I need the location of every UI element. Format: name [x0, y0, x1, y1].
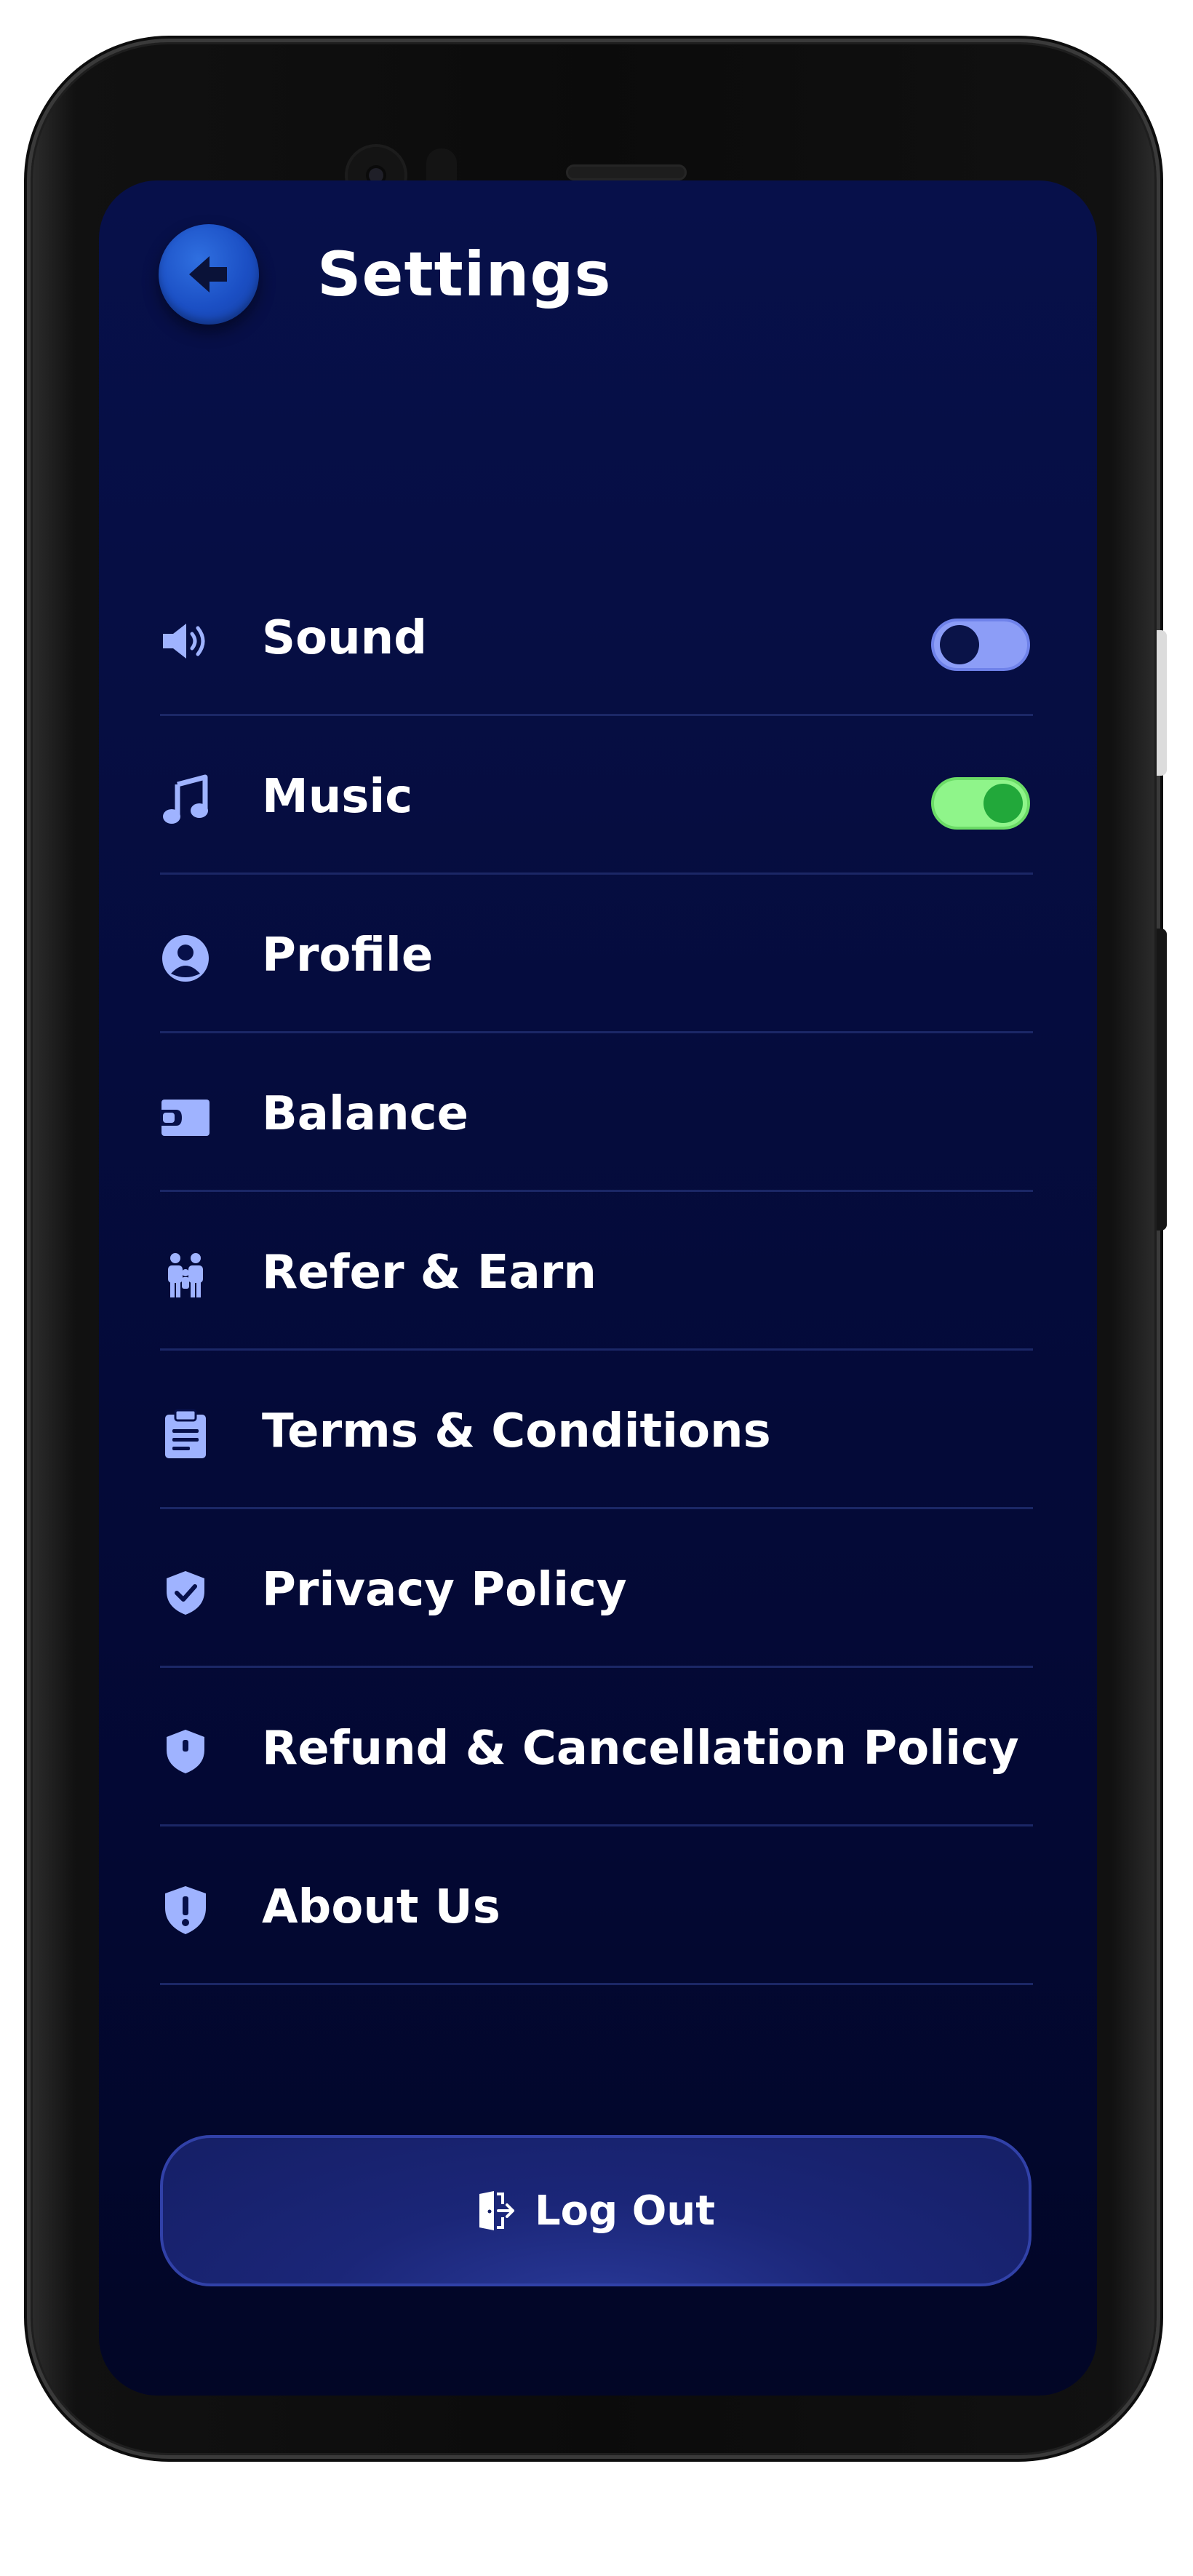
settings-label: Music — [262, 770, 413, 824]
settings-row-privacy[interactable]: Privacy Policy — [160, 1509, 1033, 1668]
settings-label: Balance — [262, 1087, 468, 1141]
settings-row-refund[interactable]: Refund & Cancellation Policy — [160, 1668, 1033, 1826]
app-screen: Settings Sound Music Profile Balance Ref… — [99, 180, 1097, 2396]
settings-row-sound[interactable]: Sound — [160, 557, 1033, 716]
settings-row-about[interactable]: About Us — [160, 1826, 1033, 1985]
settings-label: Profile — [262, 929, 434, 982]
power-button — [1157, 929, 1167, 1231]
settings-label: Refer & Earn — [262, 1246, 596, 1300]
shield-exclamation-icon — [160, 1885, 211, 1936]
settings-label: About Us — [262, 1880, 500, 1934]
user-circle-icon — [160, 933, 211, 984]
shield-icon — [160, 1726, 211, 1777]
settings-label: Refund & Cancellation Policy — [262, 1722, 1019, 1776]
settings-label: Terms & Conditions — [262, 1404, 771, 1458]
music-toggle[interactable] — [931, 777, 1030, 830]
settings-list: Sound Music Profile Balance Refer & Earn… — [160, 557, 1033, 1985]
shield-check-icon — [160, 1567, 211, 1618]
music-note-icon — [160, 774, 211, 825]
header: Settings — [99, 180, 1097, 370]
back-button[interactable] — [159, 224, 259, 325]
door-exit-icon — [479, 2191, 514, 2230]
earpiece-speaker — [566, 164, 687, 180]
arrow-left-icon — [189, 256, 227, 293]
sound-toggle[interactable] — [931, 619, 1030, 671]
toggle-knob — [940, 625, 979, 664]
settings-row-terms[interactable]: Terms & Conditions — [160, 1351, 1033, 1509]
settings-label: Sound — [262, 611, 427, 665]
page-title: Settings — [317, 239, 612, 310]
settings-row-profile[interactable]: Profile — [160, 875, 1033, 1033]
logout-label: Log Out — [535, 2187, 715, 2235]
settings-row-refer[interactable]: Refer & Earn — [160, 1192, 1033, 1351]
settings-label: Privacy Policy — [262, 1563, 627, 1617]
settings-row-music[interactable]: Music — [160, 716, 1033, 875]
people-icon — [160, 1250, 211, 1301]
toggle-knob — [983, 784, 1023, 823]
settings-row-balance[interactable]: Balance — [160, 1033, 1033, 1192]
clipboard-icon — [160, 1409, 211, 1460]
logout-button[interactable]: Log Out — [160, 2135, 1032, 2286]
speaker-icon — [160, 616, 211, 667]
side-button-upper — [1157, 630, 1167, 776]
wallet-icon — [160, 1092, 211, 1142]
